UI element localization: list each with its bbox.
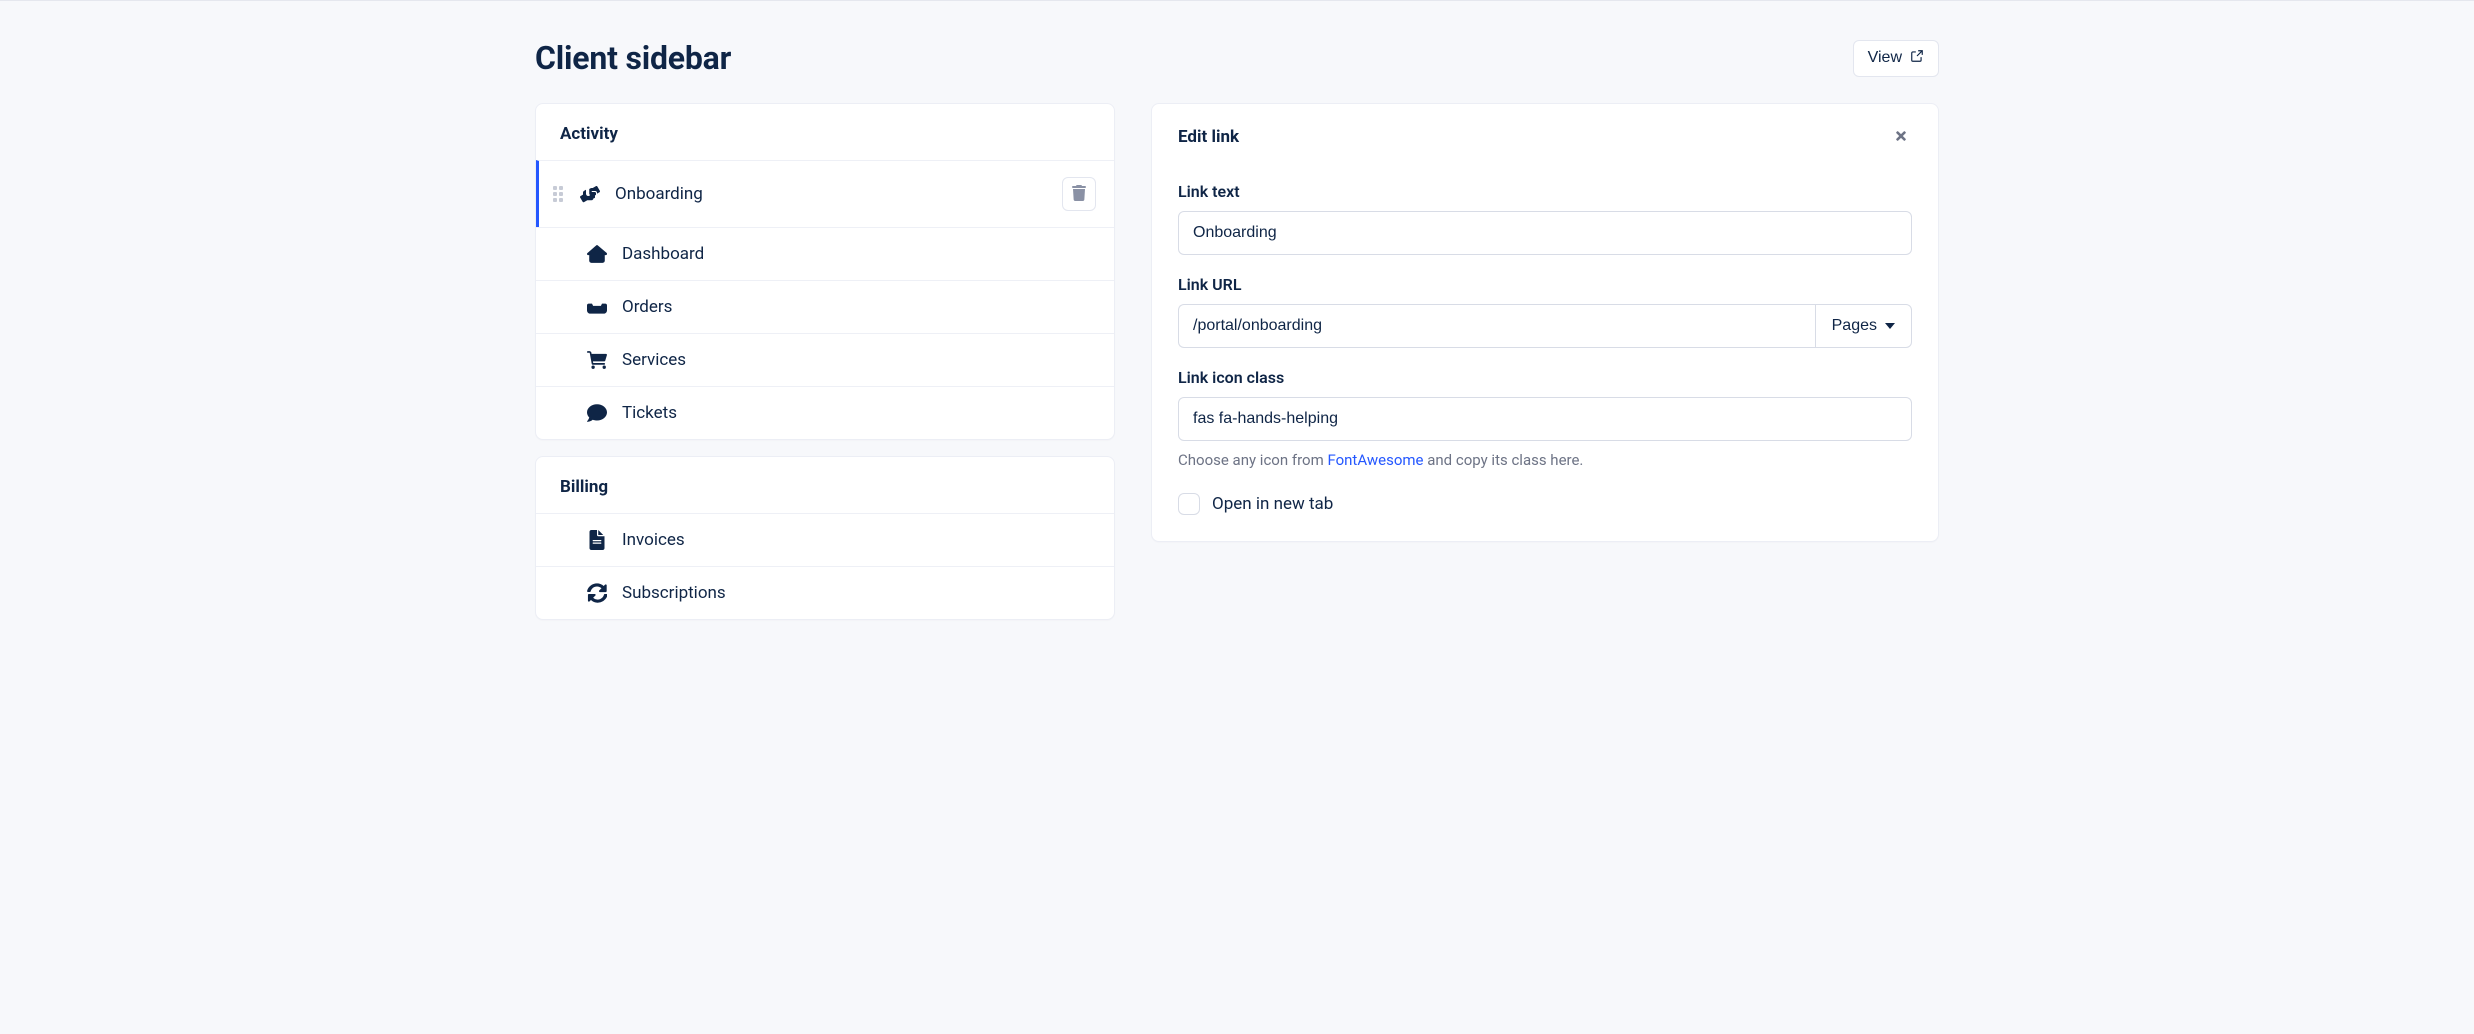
pages-dropdown[interactable]: Pages <box>1815 304 1912 348</box>
link-text-label: Link text <box>1178 182 1912 201</box>
page-title: Client sidebar <box>535 39 731 77</box>
cart-icon <box>586 350 608 370</box>
external-link-icon <box>1910 49 1924 68</box>
sidebar-item-label: Orders <box>622 297 1096 317</box>
edit-link-panel: Edit link Link text Link URL <box>1151 103 1939 542</box>
sidebar-item-tickets[interactable]: Tickets <box>536 386 1114 439</box>
sidebar-item-label: Dashboard <box>622 244 1096 264</box>
chevron-down-icon <box>1885 323 1895 329</box>
open-new-tab-label: Open in new tab <box>1212 494 1333 514</box>
sidebar-section-activity: Activity Onboarding <box>535 103 1115 440</box>
sidebar-item-services[interactable]: Services <box>536 333 1114 386</box>
sync-icon <box>586 583 608 603</box>
section-heading-billing: Billing <box>536 457 1114 513</box>
delete-button[interactable] <box>1062 177 1096 211</box>
trash-icon <box>1071 185 1087 204</box>
sidebar-section-billing: Billing Invoices Subscriptions <box>535 456 1115 620</box>
link-icon-label: Link icon class <box>1178 368 1912 387</box>
close-icon <box>1894 127 1908 147</box>
sidebar-item-subscriptions[interactable]: Subscriptions <box>536 566 1114 619</box>
comment-icon <box>586 403 608 423</box>
sidebar-item-label: Services <box>622 350 1096 370</box>
link-url-input[interactable] <box>1178 304 1815 348</box>
link-icon-input[interactable] <box>1178 397 1912 441</box>
sidebar-item-invoices[interactable]: Invoices <box>536 513 1114 566</box>
help-text-prefix: Choose any icon from <box>1178 451 1327 469</box>
link-url-label: Link URL <box>1178 275 1912 294</box>
file-icon <box>586 530 608 550</box>
pages-dropdown-label: Pages <box>1832 317 1877 335</box>
hands-helping-icon <box>579 184 601 204</box>
home-icon <box>586 244 608 264</box>
view-button-label: View <box>1868 49 1902 67</box>
sidebar-item-orders[interactable]: Orders <box>536 280 1114 333</box>
sidebar-item-label: Tickets <box>622 403 1096 423</box>
sidebar-item-onboarding[interactable]: Onboarding <box>536 160 1114 227</box>
inbox-icon <box>586 297 608 317</box>
help-text: Choose any icon from FontAwesome and cop… <box>1178 451 1912 469</box>
view-button[interactable]: View <box>1853 40 1939 77</box>
open-new-tab-checkbox[interactable] <box>1178 493 1200 515</box>
panel-title: Edit link <box>1178 127 1239 147</box>
sidebar-item-label: Subscriptions <box>622 583 1096 603</box>
sidebar-item-label: Invoices <box>622 530 1096 550</box>
help-text-suffix: and copy its class here. <box>1424 451 1584 469</box>
sidebar-item-label: Onboarding <box>615 184 1048 204</box>
close-button[interactable] <box>1890 124 1912 150</box>
section-heading-activity: Activity <box>536 104 1114 160</box>
fontawesome-link[interactable]: FontAwesome <box>1327 451 1423 469</box>
sidebar-item-dashboard[interactable]: Dashboard <box>536 227 1114 280</box>
drag-handle-icon[interactable] <box>553 186 565 202</box>
link-text-input[interactable] <box>1178 211 1912 255</box>
